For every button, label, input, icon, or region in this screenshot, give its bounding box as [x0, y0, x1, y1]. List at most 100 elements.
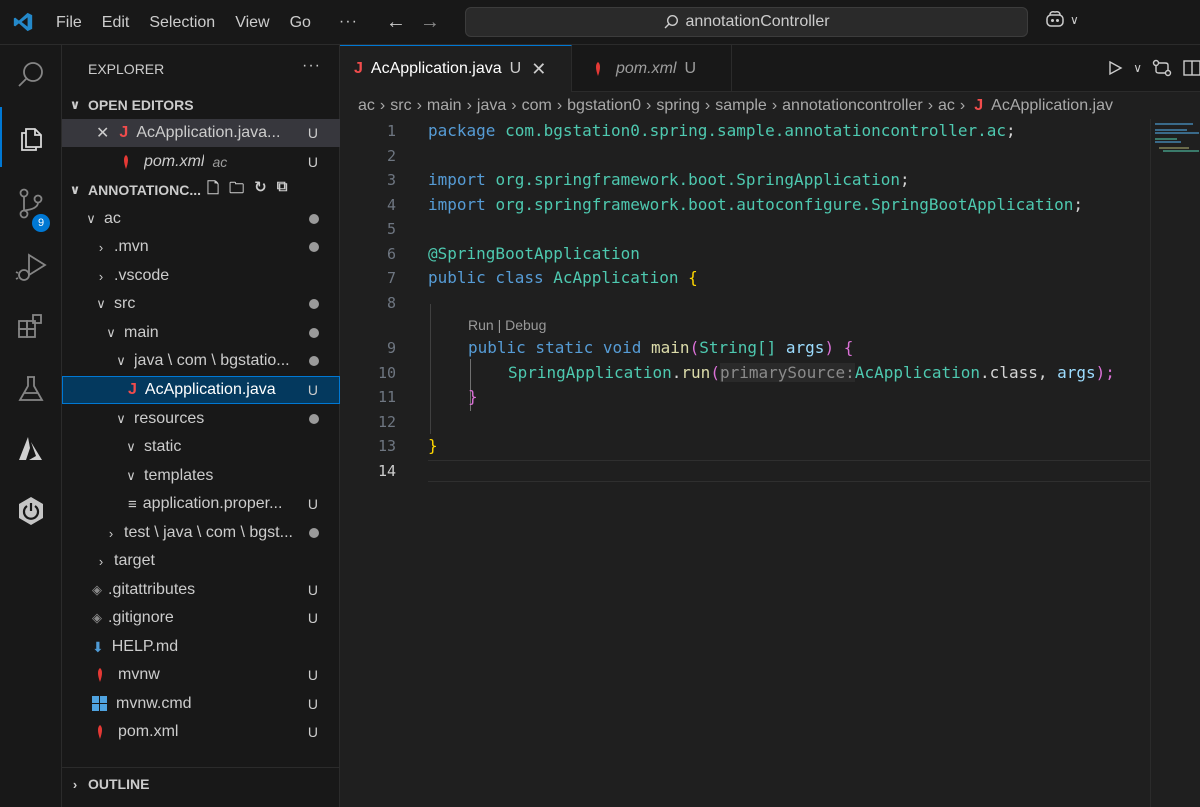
tree-file-mvnw-cmd[interactable]: mvnw.cmd U — [62, 690, 340, 718]
section-divider — [62, 767, 340, 768]
tree-item-label: mvnw.cmd — [116, 695, 192, 712]
tree-folder-vscode[interactable]: › .vscode — [62, 262, 340, 290]
run-icon[interactable] — [1107, 60, 1123, 76]
modified-dot — [309, 299, 319, 309]
line-number: 6 — [386, 245, 396, 263]
menu-go[interactable]: Go — [280, 0, 321, 45]
search-icon[interactable] — [0, 45, 62, 105]
modified-dot — [309, 528, 319, 538]
menu-edit[interactable]: Edit — [92, 0, 140, 45]
close-icon[interactable]: ✕ — [531, 59, 546, 80]
tree-file-gitattributes[interactable]: ◈ .gitattributes U — [62, 576, 340, 604]
open-editors-header[interactable]: ∨ OPEN EDITORS — [62, 91, 340, 119]
menu-file[interactable]: File — [46, 0, 92, 45]
testing-icon[interactable] — [0, 359, 62, 419]
new-folder-icon[interactable]: 🗀 — [229, 178, 244, 203]
breadcrumb-item[interactable]: src — [390, 97, 411, 115]
tree-item-label: ac — [104, 210, 121, 227]
copilot-button[interactable]: ∨ — [1044, 10, 1079, 30]
tab-label: pom.xml — [616, 59, 677, 77]
git-file-icon: ◈ — [92, 610, 102, 625]
azure-icon[interactable] — [0, 419, 62, 479]
minimap[interactable] — [1150, 119, 1200, 807]
breadcrumb-item[interactable]: com — [522, 97, 552, 115]
modified-dot — [309, 414, 319, 424]
tree-folder-main[interactable]: ∨ main — [62, 319, 340, 347]
menu-view[interactable]: View — [225, 0, 279, 45]
tree-file-application-properties[interactable]: ≡ application.proper... U — [62, 490, 340, 518]
tree-folder-target[interactable]: › target — [62, 547, 340, 575]
outline-header[interactable]: › OUTLINE — [62, 770, 340, 798]
explorer-icon[interactable] — [0, 107, 62, 167]
tree-folder-java[interactable]: ∨ java \ com \ bgstatio... — [62, 347, 340, 375]
tree-file-mvnw[interactable]: mvnw U — [62, 661, 340, 689]
refresh-icon[interactable]: ↻ — [254, 178, 267, 203]
tree-folder-templates[interactable]: ∨ templates — [62, 462, 340, 490]
open-editor-label: pom.xml — [144, 153, 205, 170]
breadcrumb-item[interactable]: ac — [938, 97, 955, 115]
breadcrumb-item[interactable]: spring — [656, 97, 700, 115]
minimap-line — [1155, 132, 1199, 134]
code-line: public class AcApplication { — [428, 268, 698, 287]
chevron-down-icon: ∨ — [116, 353, 126, 368]
tree-folder-ac[interactable]: ∨ ac — [62, 205, 340, 233]
new-file-icon[interactable]: 🗋 — [207, 178, 219, 203]
menu-selection[interactable]: Selection — [139, 0, 225, 45]
breadcrumb-item[interactable]: ac — [358, 97, 375, 115]
close-icon[interactable]: ✕ — [96, 123, 109, 143]
chevron-down-icon[interactable]: ∨ — [1133, 61, 1142, 75]
code-line: public static void main(String[] args) { — [468, 338, 854, 357]
breadcrumb-item[interactable]: sample — [715, 97, 767, 115]
back-arrow-icon[interactable]: ← — [386, 11, 406, 34]
tree-folder-test[interactable]: › test \ java \ com \ bgst... — [62, 519, 340, 547]
tree-item-label: .mvn — [114, 238, 149, 255]
menu-more-button[interactable]: ··· — [327, 13, 370, 31]
tree-file-acapplication[interactable]: J AcApplication.java U — [62, 376, 340, 404]
split-editor-icon[interactable] — [1182, 59, 1200, 77]
tree-folder-mvn[interactable]: › .mvn — [62, 233, 340, 261]
codelens-run-debug[interactable]: Run | Debug — [468, 317, 546, 333]
explorer-more-button[interactable]: ··· — [302, 57, 321, 75]
spring-boot-icon[interactable] — [0, 481, 62, 541]
outline-label: OUTLINE — [88, 776, 150, 792]
tab-pom[interactable]: pom.xml U — [572, 45, 732, 92]
git-status-untracked: U — [307, 610, 318, 626]
command-center-search[interactable]: annotationController — [465, 7, 1028, 37]
tree-item-label: templates — [144, 467, 214, 484]
breadcrumb-item[interactable]: AcApplication.jav — [991, 97, 1113, 115]
tree-file-pom[interactable]: pom.xml U — [62, 718, 340, 746]
git-status-untracked: U — [307, 382, 318, 398]
breadcrumb-item[interactable]: bgstation0 — [567, 97, 641, 115]
chevron-right-icon: › — [959, 96, 966, 114]
maven-file-icon — [98, 725, 102, 739]
explorer-title: EXPLORER — [88, 61, 165, 77]
breadcrumb-item[interactable]: java — [477, 97, 506, 115]
tree-item-label: resources — [134, 410, 205, 427]
code-line: import org.springframework.boot.autoconf… — [428, 195, 1084, 214]
open-editor-acapplication[interactable]: ✕ J AcApplication.java... U — [62, 119, 340, 147]
git-status-untracked: U — [307, 125, 318, 141]
tree-folder-src[interactable]: ∨ src — [62, 290, 340, 318]
git-status-untracked: U — [307, 696, 318, 712]
tree-item-label: pom.xml — [118, 723, 179, 740]
tree-file-help-md[interactable]: ⬇ HELP.md — [62, 633, 340, 661]
breadcrumb-item[interactable]: main — [427, 97, 462, 115]
source-control-icon[interactable]: 9 — [0, 173, 62, 233]
tree-folder-static[interactable]: ∨ static — [62, 433, 340, 461]
tree-folder-resources[interactable]: ∨ resources — [62, 405, 340, 433]
collapse-all-icon[interactable]: ⧉ — [277, 178, 288, 203]
compare-changes-icon[interactable] — [1152, 59, 1172, 77]
tree-file-gitignore[interactable]: ◈ .gitignore U — [62, 604, 340, 632]
tree-item-label: main — [124, 324, 159, 341]
code-editor[interactable]: 1 2 3 4 5 6 7 8 9 10 11 12 13 14 package… — [340, 119, 1150, 807]
run-debug-icon[interactable] — [0, 237, 62, 297]
title-bar: File Edit Selection View Go ··· ← → anno… — [0, 0, 1200, 45]
open-editor-label: AcApplication.java... — [136, 124, 281, 141]
breadcrumb-item[interactable]: annotationcontroller — [782, 97, 923, 115]
tab-acapplication[interactable]: J AcApplication.java U ✕ — [340, 45, 572, 92]
forward-arrow-icon[interactable]: → — [420, 11, 440, 34]
open-editor-pom[interactable]: pom.xml ac U — [62, 148, 340, 176]
project-header[interactable]: ∨ ANNOTATIONC... 🗋 🗀 ↻ ⧉ — [62, 176, 340, 204]
line-number: 10 — [377, 364, 396, 382]
extensions-icon[interactable] — [0, 297, 62, 357]
